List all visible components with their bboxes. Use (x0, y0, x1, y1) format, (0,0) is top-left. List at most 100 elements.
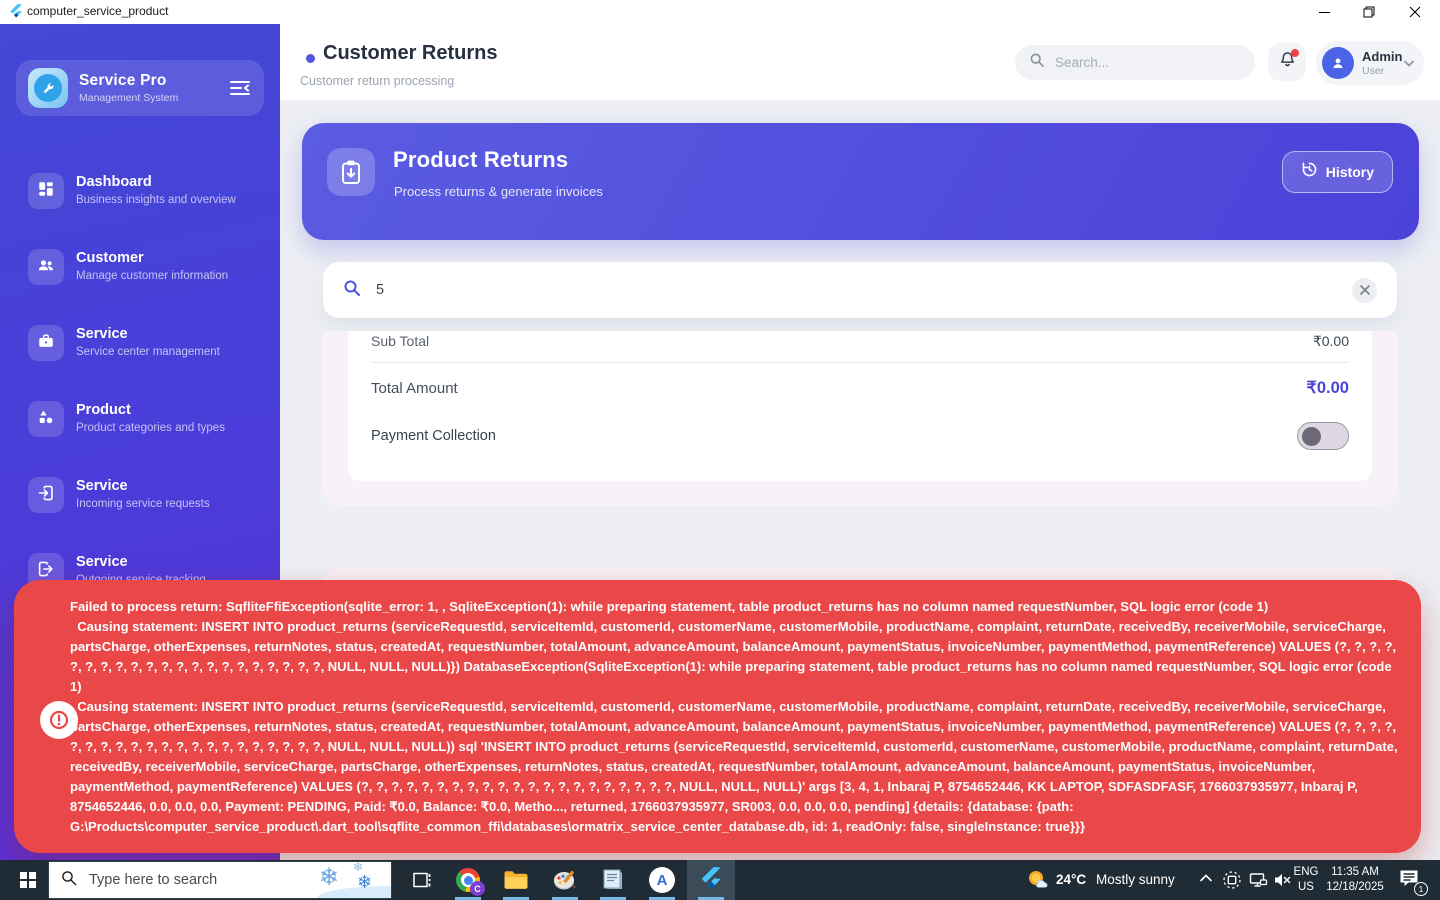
language-line1: ENG (1292, 865, 1320, 880)
flutter-icon (700, 867, 722, 893)
windows-taskbar: ❄ ❄ ❄ C A (0, 860, 1440, 900)
snowflake-icon: ❄ (357, 872, 372, 893)
return-search-bar (323, 262, 1397, 318)
sidebar-item-subtitle: Manage customer information (76, 270, 228, 282)
toggle-knob (1302, 427, 1321, 446)
weather-snow-graphic: ❄ ❄ ❄ (313, 861, 391, 898)
sidebar-item-subtitle: Incoming service requests (76, 498, 210, 510)
banner-subtitle: Process returns & generate invoices (394, 184, 603, 199)
return-search-input[interactable] (376, 282, 1352, 298)
language-indicator[interactable]: ENG US (1292, 865, 1320, 895)
history-icon (1301, 161, 1318, 183)
history-label: History (1326, 164, 1374, 180)
page-title: Customer Returns (323, 42, 497, 65)
search-icon (343, 279, 361, 302)
subtotal-row: Sub Total ₹0.00 (371, 331, 1349, 351)
divider (371, 362, 1349, 363)
subtotal-value: ₹0.00 (1313, 333, 1349, 350)
payment-collection-label: Payment Collection (371, 428, 496, 444)
payment-collection-toggle[interactable] (1297, 422, 1349, 450)
sidebar-item-subtitle: Product categories and types (76, 422, 225, 434)
subtotal-label: Sub Total (371, 333, 429, 349)
sidebar-item-service-center[interactable]: Service Service center management (16, 325, 264, 377)
taskbar-file-explorer[interactable] (492, 860, 540, 900)
chrome-icon: C (456, 868, 480, 892)
title-dot (306, 54, 315, 63)
user-menu[interactable]: Admin User (1316, 41, 1424, 85)
window-title: computer_service_product (27, 4, 168, 18)
taskbar-search[interactable]: ❄ ❄ ❄ (48, 861, 392, 899)
sidebar-collapse-icon[interactable] (228, 76, 252, 100)
taskbar-paint[interactable] (541, 860, 589, 900)
folder-icon (503, 869, 529, 891)
app-window: computer_service_product Service Pro Man… (0, 0, 1440, 900)
error-toast[interactable]: Failed to process return: SqfliteFfiExce… (14, 580, 1421, 853)
paint-icon (552, 868, 578, 892)
clear-search-button[interactable] (1352, 278, 1377, 303)
tray-connect-icon[interactable] (1222, 870, 1242, 895)
action-center-button[interactable]: 1 (1398, 868, 1424, 892)
totals-section: Sub Total ₹0.00 Total Amount ₹0.00 Payme… (323, 331, 1397, 506)
language-line2: US (1292, 880, 1320, 895)
sidebar-item-label: Product (76, 402, 225, 418)
snowflake-icon: ❄ (319, 863, 339, 892)
profile-badge: C (470, 881, 485, 896)
flutter-logo-icon (9, 4, 23, 20)
search-icon (1029, 52, 1045, 73)
tray-chevron-up-icon[interactable] (1198, 870, 1214, 891)
sidebar-item-label: Service (76, 554, 206, 570)
taskbar-search-input[interactable] (89, 872, 299, 888)
tray-volume-muted-icon[interactable] (1272, 870, 1292, 895)
avatar (1322, 47, 1354, 79)
weather-temp[interactable]: 24°C (1056, 872, 1086, 887)
restore-button[interactable] (1347, 0, 1391, 24)
taskbar-dev-app[interactable]: A (638, 860, 686, 900)
sidebar-item-product[interactable]: Product Product categories and types (16, 401, 264, 453)
app-logo (28, 68, 68, 108)
start-button[interactable] (8, 860, 48, 900)
taskbar-chrome[interactable]: C (444, 860, 492, 900)
total-value: ₹0.00 (1306, 378, 1349, 398)
sidebar-item-dashboard[interactable]: Dashboard Business insights and overview (16, 173, 264, 225)
page-subtitle: Customer return processing (300, 74, 454, 88)
sidebar-item-label: Service (76, 326, 220, 342)
page-header: Customer Returns Customer return process… (280, 24, 1440, 100)
global-search-input[interactable] (1055, 55, 1225, 70)
global-search[interactable] (1015, 45, 1255, 80)
compass-a-app-icon: A (649, 867, 675, 893)
chevron-down-icon (1404, 54, 1414, 72)
user-role: User (1362, 65, 1404, 77)
dashboard-grid-icon (37, 180, 55, 203)
task-view-icon (412, 870, 432, 890)
weather-desc[interactable]: Mostly sunny (1096, 872, 1175, 887)
totals-card: Sub Total ₹0.00 Total Amount ₹0.00 Payme… (348, 331, 1372, 481)
wrench-icon (34, 74, 62, 102)
task-view-button[interactable] (398, 860, 446, 900)
user-name: Admin (1362, 49, 1404, 64)
sidebar-item-label: Dashboard (76, 174, 236, 190)
sidebar-item-label: Customer (76, 250, 228, 266)
sidebar-item-label: Service (76, 478, 210, 494)
weather-icon[interactable] (1026, 869, 1050, 896)
taskbar-notepad[interactable] (589, 860, 637, 900)
app-brand-card: Service Pro Management System (16, 60, 264, 116)
windows-logo-icon (20, 872, 36, 888)
close-button[interactable] (1393, 0, 1437, 24)
notification-dot (1291, 49, 1299, 57)
sidebar-item-customer[interactable]: Customer Manage customer information (16, 249, 264, 301)
notification-count-badge: 1 (1414, 882, 1428, 896)
sidebar-item-service-incoming[interactable]: Service Incoming service requests (16, 477, 264, 529)
search-icon (61, 870, 77, 891)
date: 12/18/2025 (1322, 880, 1388, 895)
payment-row: Payment Collection (371, 421, 1349, 451)
taskbar-flutter-app-active[interactable] (687, 860, 735, 900)
total-row: Total Amount ₹0.00 (371, 377, 1349, 399)
clock[interactable]: 11:35 AM 12/18/2025 (1322, 865, 1388, 895)
history-button[interactable]: History (1282, 151, 1393, 193)
sidebar-item-subtitle: Service center management (76, 346, 220, 358)
time: 11:35 AM (1322, 865, 1388, 880)
minimize-button[interactable] (1302, 0, 1346, 24)
total-label: Total Amount (371, 380, 458, 397)
tray-network-icon[interactable] (1248, 870, 1268, 895)
notifications-button[interactable] (1268, 43, 1306, 81)
